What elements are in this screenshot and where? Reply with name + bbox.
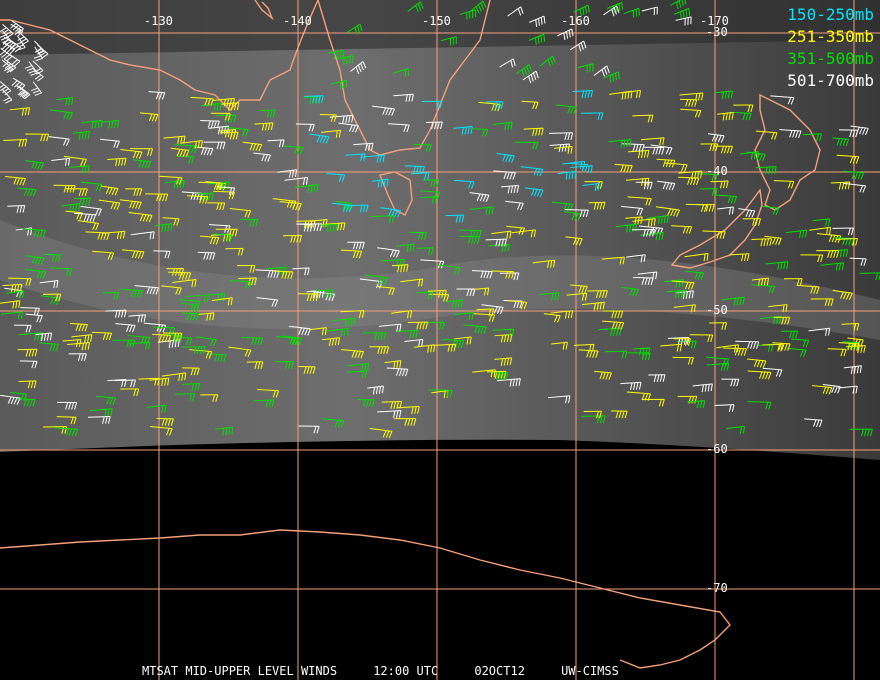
- lon-label-140: -140: [283, 14, 312, 28]
- lon-label-150: -150: [422, 14, 451, 28]
- legend-item-501-700: 501-700mb: [787, 71, 874, 90]
- legend-item-150-250: 150-250mb: [787, 5, 874, 24]
- image-caption: MTSAT MID-UPPER LEVEL WINDS 12:00 UTC 02…: [142, 664, 619, 678]
- legend-item-351-500: 351-500mb: [787, 49, 874, 68]
- map-canvas: [0, 0, 880, 680]
- lat-label-70: -70: [706, 581, 728, 595]
- caption-product: MTSAT MID-UPPER LEVEL WINDS: [142, 664, 338, 678]
- lat-label-30: -30: [706, 25, 728, 39]
- pressure-legend: 150-250mb 251-350mb 351-500mb 501-700mb: [787, 4, 874, 92]
- legend-item-251-350: 251-350mb: [787, 27, 874, 46]
- caption-source: UW-CIMSS: [561, 664, 619, 678]
- lat-label-60: -60: [706, 442, 728, 456]
- lon-label-130: -130: [144, 14, 173, 28]
- lat-label-50: -50: [706, 303, 728, 317]
- satellite-wind-map: -130 -140 -150 -160 -170 -30 -40 -50 -60…: [0, 0, 880, 680]
- caption-date: 02OCT12: [474, 664, 525, 678]
- caption-time: 12:00 UTC: [373, 664, 439, 678]
- coast-antarctica: [0, 529, 731, 669]
- lon-label-160: -160: [561, 14, 590, 28]
- cloud-imagery: [0, 0, 880, 460]
- lat-label-40: -40: [706, 164, 728, 178]
